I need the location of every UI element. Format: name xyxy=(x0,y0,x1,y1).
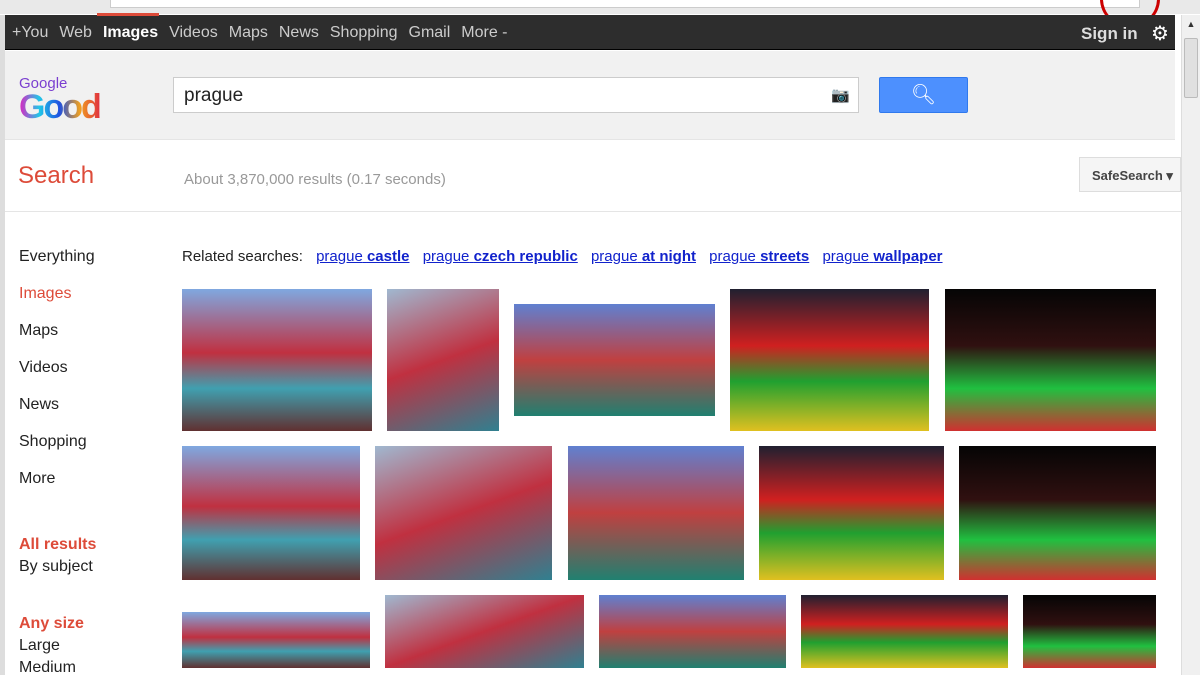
browser-url-bar[interactable] xyxy=(0,0,1200,14)
scrollbar[interactable]: ▲ xyxy=(1181,15,1200,675)
filter-all-results[interactable]: All results xyxy=(19,536,96,554)
sidebar-item-videos[interactable]: Videos xyxy=(19,359,68,377)
nav-shopping[interactable]: Shopping xyxy=(330,24,398,42)
image-result-thumbnail[interactable] xyxy=(1023,595,1156,668)
image-result-thumbnail[interactable] xyxy=(959,446,1156,580)
related-link[interactable]: prague castle xyxy=(316,248,409,265)
image-result-thumbnail[interactable] xyxy=(730,289,929,431)
related-searches: Related searches: prague castle prague c… xyxy=(182,248,943,265)
nav-web[interactable]: Web xyxy=(59,24,92,42)
image-result-thumbnail[interactable] xyxy=(759,446,944,580)
related-link[interactable]: prague wallpaper xyxy=(822,248,942,265)
image-result-thumbnail[interactable] xyxy=(375,446,552,580)
logo-doodle: Good xyxy=(19,88,102,126)
image-result-thumbnail[interactable] xyxy=(387,289,499,431)
nav-videos[interactable]: Videos xyxy=(169,24,218,42)
sidebar-item-everything[interactable]: Everything xyxy=(19,248,95,266)
image-result-thumbnail[interactable] xyxy=(182,446,360,580)
sidebar-item-maps[interactable]: Maps xyxy=(19,322,58,340)
nav-you[interactable]: +You xyxy=(12,24,48,42)
image-result-thumbnail[interactable] xyxy=(182,612,370,668)
camera-icon[interactable]: 📷 xyxy=(831,86,850,104)
image-result-thumbnail[interactable] xyxy=(514,304,715,416)
image-result-thumbnail[interactable] xyxy=(599,595,786,668)
filter-medium[interactable]: Medium xyxy=(19,659,76,677)
nav-maps[interactable]: Maps xyxy=(229,24,268,42)
sidebar-item-shopping[interactable]: Shopping xyxy=(19,433,87,451)
filter-any-size[interactable]: Any size xyxy=(19,615,84,633)
gear-icon[interactable]: ⚙ xyxy=(1151,21,1169,46)
image-result-thumbnail[interactable] xyxy=(801,595,1008,668)
sidebar-item-news[interactable]: News xyxy=(19,396,59,414)
search-query: prague xyxy=(184,85,244,106)
filter-by-subject[interactable]: By subject xyxy=(19,558,93,576)
image-result-thumbnail[interactable] xyxy=(182,289,372,431)
nav-more[interactable]: More - xyxy=(461,24,507,42)
search-icon: 🔍︎ xyxy=(910,84,937,106)
search-label: Search xyxy=(18,162,95,189)
nav-news[interactable]: News xyxy=(279,24,319,42)
sidebar-item-more[interactable]: More xyxy=(19,470,55,488)
nav-gmail[interactable]: Gmail xyxy=(409,24,451,42)
image-result-thumbnail[interactable] xyxy=(568,446,744,580)
sidebar-item-images[interactable]: Images xyxy=(19,285,71,303)
scroll-thumb[interactable] xyxy=(1184,38,1198,98)
image-result-thumbnail[interactable] xyxy=(385,595,584,668)
search-button[interactable]: 🔍︎ xyxy=(879,77,968,113)
search-header: Google Good prague 📷 🔍︎ xyxy=(5,51,1175,140)
related-link[interactable]: prague czech republic xyxy=(423,248,578,265)
search-input[interactable]: prague 📷 xyxy=(173,77,859,113)
related-link[interactable]: prague streets xyxy=(709,248,809,265)
nav-images[interactable]: Images xyxy=(103,24,158,42)
result-stats: About 3,870,000 results (0.17 seconds) xyxy=(184,171,446,188)
image-result-thumbnail[interactable] xyxy=(945,289,1156,431)
scroll-up-icon[interactable]: ▲ xyxy=(1182,19,1200,29)
divider xyxy=(5,211,1181,212)
sign-in-link[interactable]: Sign in xyxy=(1081,24,1138,44)
related-label: Related searches: xyxy=(182,248,303,265)
google-bar: +You Web Images Videos Maps News Shoppin… xyxy=(5,13,1175,50)
related-link[interactable]: prague at night xyxy=(591,248,696,265)
filter-large[interactable]: Large xyxy=(19,637,60,655)
safesearch-button[interactable]: SafeSearch ▾ xyxy=(1079,157,1181,192)
google-doodle-logo[interactable]: Google Good xyxy=(19,75,102,126)
